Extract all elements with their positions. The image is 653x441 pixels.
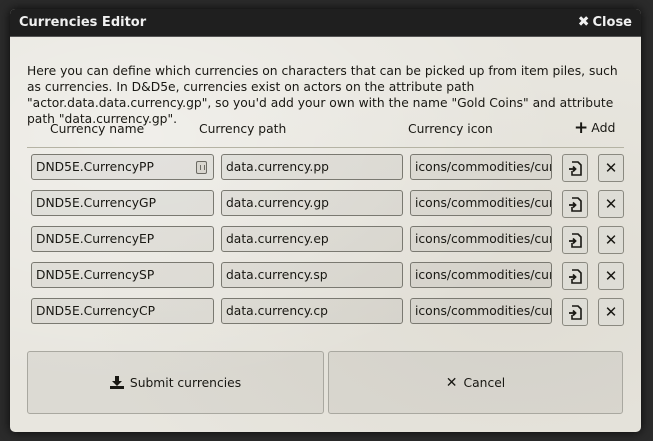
currency-name-value: DND5E.CurrencyEP — [36, 232, 155, 246]
close-label: Close — [592, 15, 632, 30]
dice-icon — [196, 161, 207, 174]
times-icon: ✕ — [604, 267, 618, 285]
currency-icon-input[interactable]: icons/commodities/currency/coin-engraved… — [410, 298, 552, 324]
file-import-icon — [569, 268, 582, 284]
currency-path-input[interactable]: data.currency.ep — [221, 226, 403, 252]
file-picker-button[interactable] — [562, 298, 588, 326]
currency-row: DND5E.CurrencySP data.currency.sp icons/… — [10, 262, 641, 290]
download-icon — [109, 376, 124, 389]
column-header-name: Currency name — [50, 122, 145, 136]
times-icon: ✕ — [604, 231, 618, 249]
delete-row-button[interactable]: ✕ — [598, 154, 624, 182]
file-import-icon — [569, 304, 582, 320]
currency-icon-value: icons/commodities/currency/coin-inset-sn… — [415, 160, 551, 174]
currency-path-input[interactable]: data.currency.sp — [221, 262, 403, 288]
currency-icon-value: icons/commodities/currency/coin-engraved… — [415, 304, 552, 318]
close-button[interactable]: ✖ Close — [578, 15, 632, 30]
times-icon: ✕ — [604, 195, 618, 213]
cancel-label: Cancel — [463, 375, 506, 390]
currency-path-value: data.currency.ep — [226, 232, 329, 246]
currency-path-value: data.currency.sp — [226, 268, 328, 282]
file-picker-button[interactable] — [562, 226, 588, 254]
currency-icon-input[interactable]: icons/commodities/currency/coin-engraved… — [410, 262, 552, 288]
delete-row-button[interactable]: ✕ — [598, 262, 624, 290]
currency-icon-input[interactable]: icons/commodities/currency/coin-inset-sn… — [410, 154, 552, 180]
currency-name-value: DND5E.CurrencySP — [36, 268, 155, 282]
close-icon: ✖ — [577, 14, 590, 30]
cancel-button[interactable]: ✕ Cancel — [328, 351, 623, 414]
file-picker-button[interactable] — [562, 262, 588, 290]
currency-path-input[interactable]: data.currency.cp — [221, 298, 403, 324]
currency-icon-input[interactable]: icons/commodities/currency/coin-inset-co… — [410, 226, 552, 252]
currency-name-input[interactable]: DND5E.CurrencyEP — [31, 226, 214, 252]
file-import-icon — [569, 160, 582, 176]
add-currency-button[interactable]: + Add — [574, 117, 616, 138]
currency-icon-value: icons/commodities/currency/coin-inset-co… — [415, 232, 551, 246]
currency-row: DND5E.CurrencyCP data.currency.cp icons/… — [10, 298, 641, 326]
currency-name-value: DND5E.CurrencyPP — [36, 160, 154, 174]
currency-icon-input[interactable]: icons/commodities/currency/coin-embossed… — [410, 190, 552, 216]
times-icon: ✕ — [604, 159, 618, 177]
currency-path-value: data.currency.cp — [226, 304, 328, 318]
add-label: Add — [591, 120, 616, 135]
submit-currencies-button[interactable]: Submit currencies — [27, 351, 324, 414]
column-header-path: Currency path — [199, 122, 287, 136]
currency-path-input[interactable]: data.currency.pp — [221, 154, 403, 180]
currency-name-input[interactable]: DND5E.CurrencyGP — [31, 190, 214, 216]
currency-name-value: DND5E.CurrencyCP — [36, 304, 156, 318]
currency-name-input[interactable]: DND5E.CurrencyCP — [31, 298, 214, 324]
plus-icon: + — [574, 117, 589, 138]
window-title: Currencies Editor — [19, 15, 147, 30]
delete-row-button[interactable]: ✕ — [598, 190, 624, 218]
window-titlebar[interactable]: Currencies Editor ✖ Close — [10, 9, 641, 37]
times-icon: ✕ — [604, 303, 618, 321]
currency-name-input[interactable]: DND5E.CurrencySP — [31, 262, 214, 288]
currency-row: DND5E.CurrencyEP data.currency.ep icons/… — [10, 226, 641, 254]
currency-path-value: data.currency.pp — [226, 160, 329, 174]
delete-row-button[interactable]: ✕ — [598, 298, 624, 326]
currency-path-value: data.currency.gp — [226, 196, 329, 210]
file-picker-button[interactable] — [562, 190, 588, 218]
header-divider — [27, 147, 624, 148]
currency-row: DND5E.CurrencyPP data.currency.pp icons/… — [10, 154, 641, 182]
currency-icon-value: icons/commodities/currency/coin-embossed… — [415, 196, 552, 210]
currency-row: DND5E.CurrencyGP data.currency.gp icons/… — [10, 190, 641, 218]
currency-path-input[interactable]: data.currency.gp — [221, 190, 403, 216]
file-import-icon — [569, 232, 582, 248]
submit-label: Submit currencies — [129, 375, 242, 390]
currency-name-value: DND5E.CurrencyGP — [36, 196, 156, 210]
column-header-icon: Currency icon — [408, 122, 493, 136]
currency-icon-value: icons/commodities/currency/coin-engraved… — [415, 268, 552, 282]
file-picker-button[interactable] — [562, 154, 588, 182]
intro-text: Here you can define which currencies on … — [27, 64, 618, 126]
file-import-icon — [569, 196, 582, 212]
delete-row-button[interactable]: ✕ — [598, 226, 624, 254]
times-icon: ✕ — [445, 374, 458, 391]
currency-name-input[interactable]: DND5E.CurrencyPP — [31, 154, 214, 180]
currencies-editor-window: Currencies Editor ✖ Close Here you can d… — [10, 9, 641, 432]
